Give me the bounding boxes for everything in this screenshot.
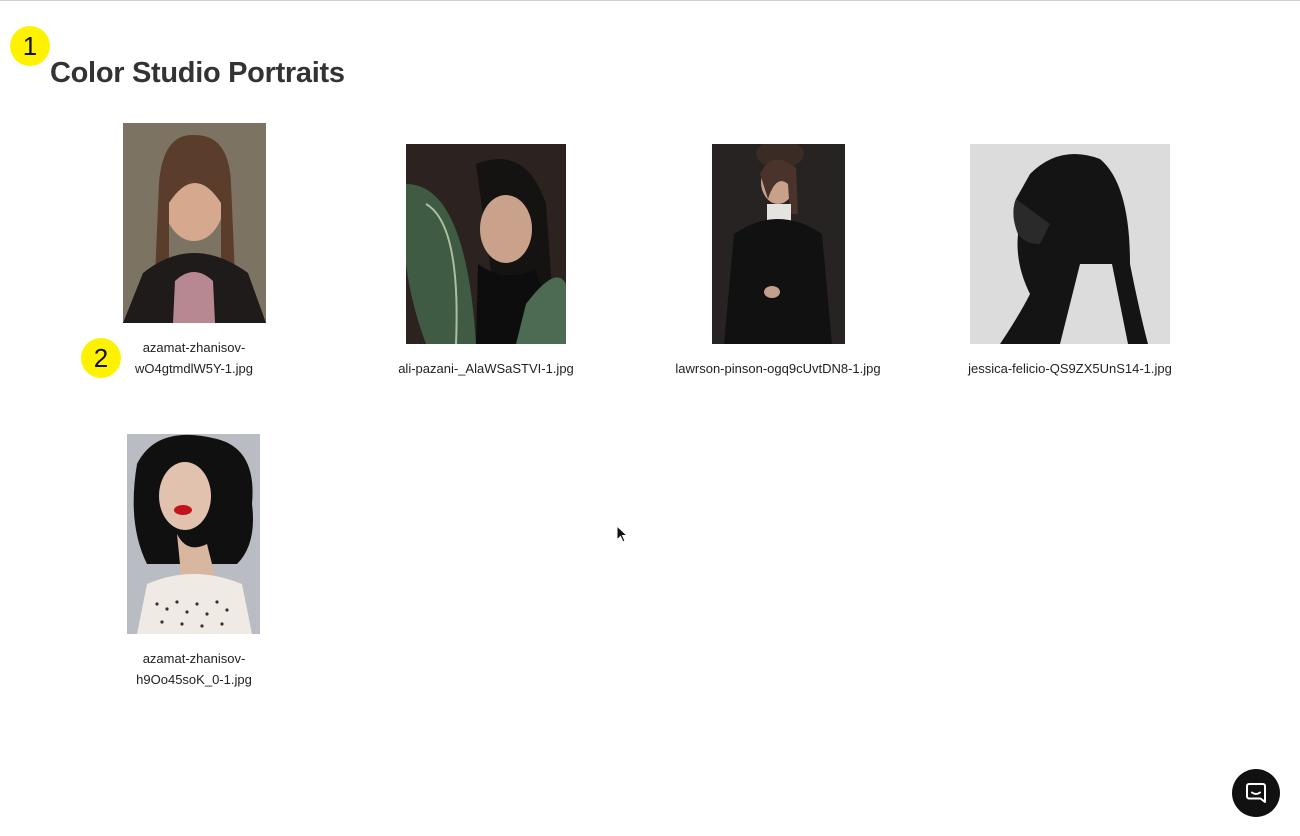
mouse-cursor-icon	[616, 525, 628, 543]
photo-thumbnail-2[interactable]	[406, 144, 566, 344]
photo-thumbnail-4[interactable]	[970, 144, 1170, 344]
annotation-marker-1: 1	[10, 26, 50, 66]
photo-filename-5[interactable]: azamat-zhanisov- h9Oo45soK_0-1.jpg	[79, 648, 309, 690]
photo-thumbnail-1[interactable]	[123, 123, 266, 323]
page-title: Color Studio Portraits	[50, 57, 345, 89]
photo-filename-2[interactable]: ali-pazani-_AlaWSaSTVI-1.jpg	[371, 358, 601, 379]
photo-filename-line: h9Oo45soK_0-1.jpg	[136, 672, 252, 687]
photo-filename-4[interactable]: jessica-felicio-QS9ZX5UnS14-1.jpg	[955, 358, 1185, 379]
chat-button[interactable]	[1232, 769, 1280, 817]
chat-bubble-icon	[1246, 783, 1266, 803]
photo-filename-3[interactable]: lawrson-pinson-ogq9cUvtDN8-1.jpg	[663, 358, 893, 379]
photo-filename-1[interactable]: azamat-zhanisov- wO4gtmdlW5Y-1.jpg	[79, 337, 309, 379]
gallery-page: 1 Color Studio Portraits 2 azamat-zhanis…	[0, 0, 1300, 836]
photo-thumbnail-3[interactable]	[712, 144, 845, 344]
photo-filename-line: wO4gtmdlW5Y-1.jpg	[134, 361, 253, 376]
photo-filename-line: azamat-zhanisov-	[142, 651, 246, 666]
photo-filename-line: ali-pazani-_AlaWSaSTVI-1.jpg	[398, 361, 574, 376]
photo-thumbnail-5[interactable]	[127, 434, 260, 634]
photo-filename-line: jessica-felicio-QS9ZX5UnS14-1.jpg	[968, 361, 1172, 376]
photo-filename-line: azamat-zhanisov-	[142, 340, 246, 355]
photo-filename-line: lawrson-pinson-ogq9cUvtDN8-1.jpg	[675, 361, 881, 376]
